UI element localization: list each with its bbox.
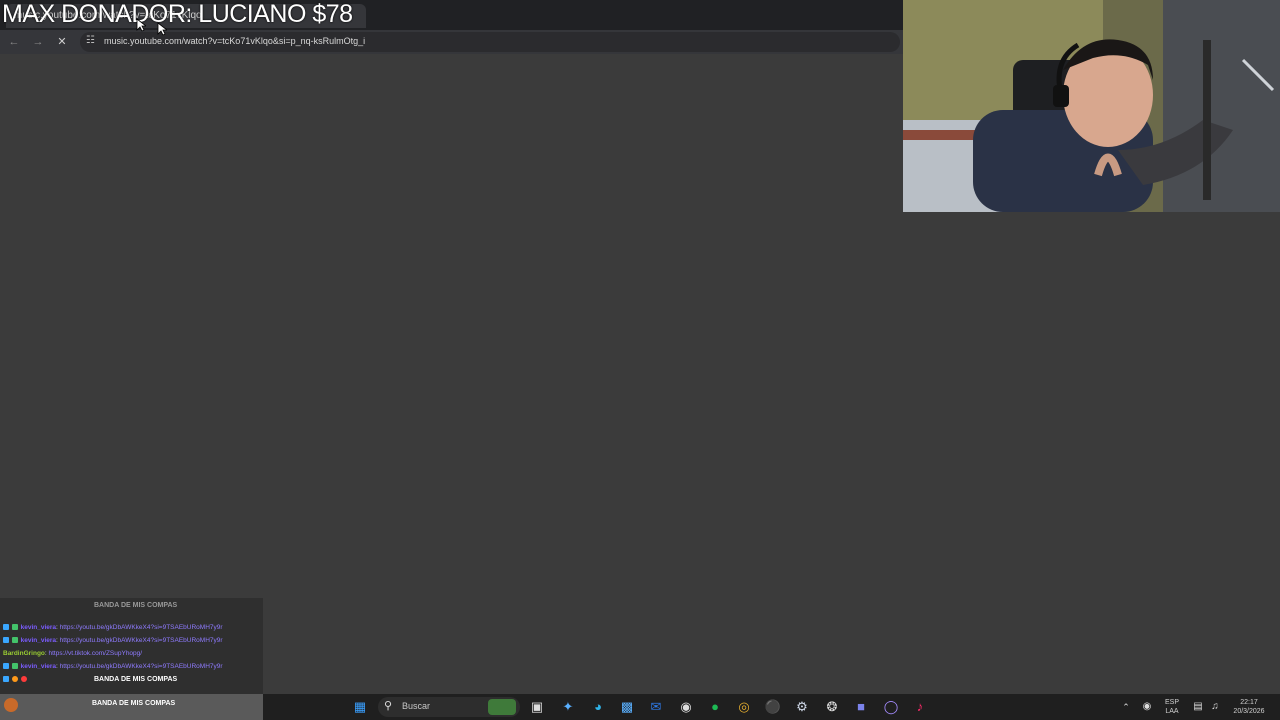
chat-message: kevin_viera: https://youtu.be/gkDbAWKkeX… — [3, 637, 223, 644]
chat-text[interactable]: https://vt.tiktok.com/ZSupYhopg/ — [49, 650, 143, 657]
microphone-icon[interactable]: ◉ — [1137, 697, 1157, 717]
chat-message: BardinGringo: https://vt.tiktok.com/ZSup… — [3, 650, 143, 657]
chat-header: BANDA DE MIS COMPAS — [94, 602, 178, 609]
language-top: ESP — [1164, 699, 1179, 706]
badge-icon — [3, 624, 9, 631]
language-indicator[interactable]: ESP LAA — [1160, 698, 1184, 716]
back-icon[interactable]: ← — [6, 34, 22, 50]
clock[interactable]: 22:17 20/3/2026 — [1224, 698, 1274, 716]
chat-message: kevin_viera: https://youtu.be/gkDbAWKkeX… — [3, 663, 223, 670]
search-highlight-icon — [488, 699, 516, 715]
chat-message: kevin_viera: https://youtu.be/gkDbAWKkeX… — [3, 624, 223, 631]
badge-icon — [11, 663, 18, 670]
badge-icon — [3, 637, 9, 644]
badge-icon — [11, 624, 18, 631]
chat-text[interactable]: https://youtu.be/gkDbAWKkeX4?si=9TSAEbUR… — [60, 624, 223, 631]
stop-loading-icon[interactable]: ✕ — [54, 34, 70, 50]
outlook-icon[interactable]: ✉ — [646, 697, 666, 717]
address-bar[interactable]: ☷ music.youtube.com/watch?v=tcKo71vKlqo&… — [80, 32, 900, 52]
tiktok-icon[interactable]: ♪ — [910, 697, 930, 717]
clock-time: 22:17 — [1240, 699, 1258, 706]
spotify-icon[interactable]: ● — [705, 697, 725, 717]
language-bottom: LAA — [1165, 708, 1179, 715]
chat-message — [3, 676, 28, 683]
site-settings-icon[interactable]: ☷ — [86, 35, 98, 47]
chat-text[interactable]: https://youtu.be/gkDbAWKkeX4?si=9TSAEbUR… — [60, 663, 223, 670]
chat-username[interactable]: kevin_viera — [21, 663, 56, 670]
app-icon[interactable]: ⚫ — [763, 697, 783, 717]
badge-icon — [3, 663, 9, 670]
chrome-icon[interactable]: ◎ — [734, 697, 754, 717]
mouse-cursor-icon — [136, 18, 146, 32]
obs-icon[interactable]: ◉ — [676, 697, 696, 717]
app-icon[interactable]: ◯ — [881, 697, 901, 717]
windows-start-icon[interactable]: ▦ — [350, 697, 370, 717]
url-text: music.youtube.com/watch?v=tcKo71vKlqo&si… — [104, 36, 366, 46]
app-icon[interactable]: ❂ — [822, 697, 842, 717]
search-icon: ⚲ — [384, 700, 393, 712]
badge-icon — [11, 676, 18, 683]
task-view-icon[interactable]: ▣ — [527, 697, 547, 717]
screen: music.youtube.com/watch?v=tcKo71vKlqo ← … — [0, 0, 1280, 720]
chat-overlay-bottom: BANDA DE MIS COMPAS — [0, 694, 263, 720]
search-placeholder: Buscar — [402, 701, 431, 711]
chat-username[interactable]: kevin_viera — [21, 624, 56, 631]
volume-icon[interactable]: ♫ — [1205, 697, 1225, 717]
clock-date: 20/3/2026 — [1233, 708, 1265, 715]
top-donor-overlay: MAX DONADOR: LUCIANO $78 — [2, 0, 353, 28]
badge-icon — [20, 676, 27, 683]
forward-icon[interactable]: → — [30, 34, 46, 50]
mouse-cursor-icon — [157, 22, 167, 36]
copilot-icon[interactable]: ✦ — [558, 697, 578, 717]
badge-icon — [3, 676, 9, 683]
chat-footer-label: BANDA DE MIS COMPAS — [94, 676, 178, 683]
chevron-up-icon[interactable]: ⌃ — [1116, 697, 1136, 717]
badge-icon — [11, 637, 18, 644]
edge-icon[interactable]: ◕ — [588, 697, 608, 717]
chat-username[interactable]: kevin_viera — [21, 637, 56, 644]
webcam-feed — [903, 0, 1280, 212]
chat-text[interactable]: https://youtu.be/gkDbAWKkeX4?si=9TSAEbUR… — [60, 637, 223, 644]
chat-username[interactable]: BardinGringo — [3, 650, 45, 657]
webcam-image — [903, 0, 1280, 212]
taskbar-search[interactable]: ⚲ Buscar — [378, 697, 520, 717]
avatar — [4, 698, 18, 712]
chat-overlay: BANDA DE MIS COMPAS kevin_viera: https:/… — [0, 598, 263, 694]
teams-icon[interactable]: ■ — [851, 697, 871, 717]
steam-icon[interactable]: ⚙ — [792, 697, 812, 717]
chat-footer-label: BANDA DE MIS COMPAS — [92, 700, 176, 707]
browser-toolbar: ← → ✕ ☷ music.youtube.com/watch?v=tcKo71… — [0, 30, 903, 54]
store-icon[interactable]: ▩ — [617, 697, 637, 717]
